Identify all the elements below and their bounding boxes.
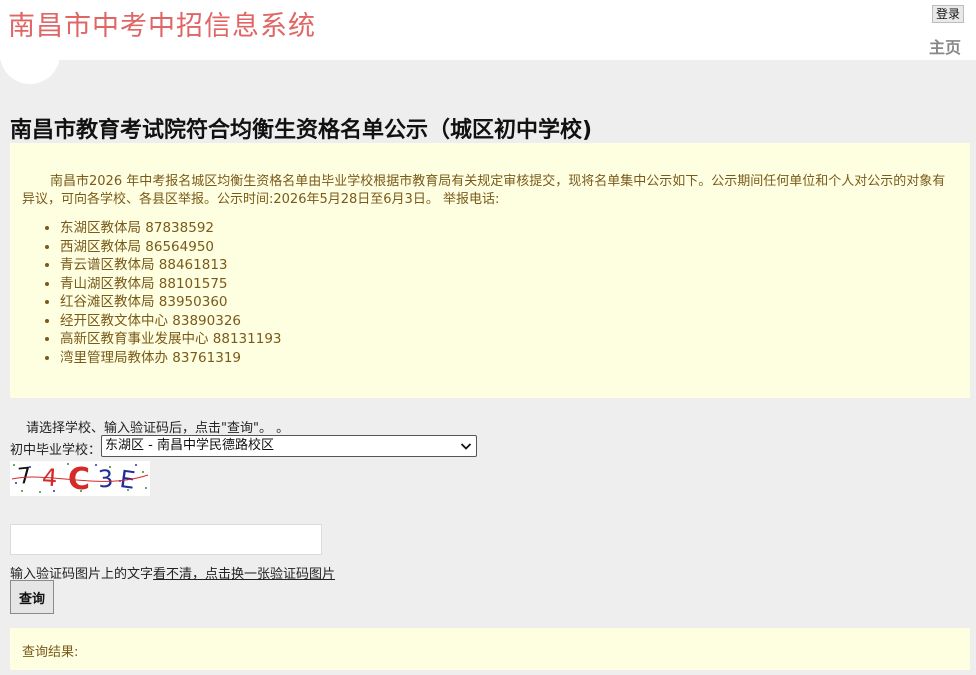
decorative-bubble	[0, 40, 60, 84]
svg-text:C: C	[68, 462, 90, 496]
refresh-captcha-link[interactable]: 看不清，点击换一张验证码图片	[153, 567, 335, 582]
svg-text:3: 3	[97, 465, 114, 494]
notice-panel: 南昌市2026 年中考报名城区均衡生资格名单由毕业学校根据市教育局有关规定审核提…	[10, 143, 970, 398]
phone-item: 东湖区教体局 87838592	[60, 219, 958, 238]
form-instruction: 请选择学校、输入验证码后，点击"查询"。 。	[26, 421, 290, 436]
captcha-hint-line: 输入验证码图片上的文字看不清，点击换一张验证码图片	[10, 563, 335, 582]
phone-item: 青云谱区教体局 88461813	[60, 256, 958, 275]
phone-list: 东湖区教体局 87838592 西湖区教体局 86564950 青云谱区教体局 …	[22, 219, 958, 367]
chevron-down-icon	[460, 443, 472, 450]
captcha-input[interactable]	[10, 524, 322, 555]
login-button[interactable]: 登录	[932, 5, 965, 23]
school-label: 初中毕业学校：	[10, 443, 102, 458]
phone-item: 经开区教文体中心 83890326	[60, 312, 958, 331]
school-select[interactable]: 东湖区 - 南昌中学民德路校区	[101, 435, 477, 457]
phone-item: 高新区教育事业发展中心 88131193	[60, 330, 958, 349]
query-button[interactable]: 查询	[10, 580, 54, 614]
phone-item: 红谷滩区教体局 83950360	[60, 293, 958, 312]
result-label: 查询结果:	[22, 645, 79, 660]
site-title: 南昌市中考中招信息系统	[8, 11, 316, 42]
home-link[interactable]: 主页	[929, 34, 961, 58]
page-title: 南昌市教育考试院符合均衡生资格名单公示（城区初中学校)	[10, 118, 593, 143]
phone-item: 青山湖区教体局 88101575	[60, 275, 958, 294]
phone-item: 西湖区教体局 86564950	[60, 238, 958, 257]
school-select-value: 东湖区 - 南昌中学民德路校区	[105, 438, 274, 453]
result-panel: 查询结果:	[10, 628, 970, 670]
captcha-image[interactable]: 7 4 C 3 E	[10, 461, 150, 496]
phone-item: 湾里管理局教体办 83761319	[60, 349, 958, 368]
notice-text: 南昌市2026 年中考报名城区均衡生资格名单由毕业学校根据市教育局有关规定审核提…	[22, 174, 946, 207]
